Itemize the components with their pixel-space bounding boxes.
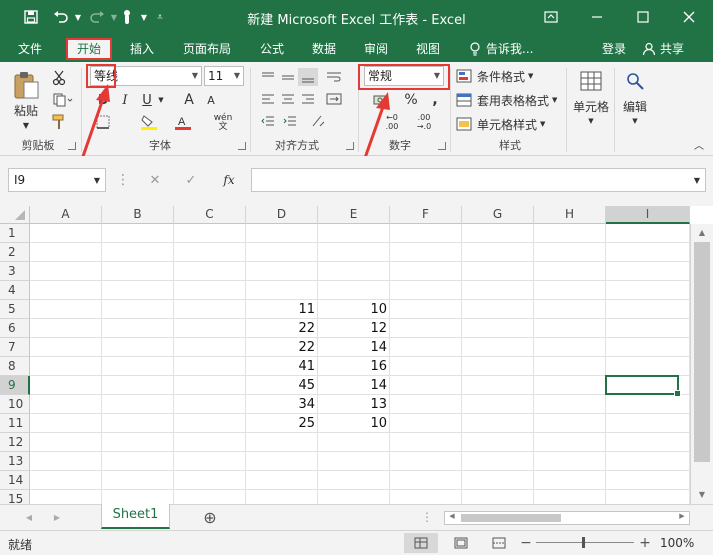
cancel-button[interactable]: ✕ <box>144 170 166 190</box>
gridline-vertical <box>461 224 462 504</box>
row-header-3[interactable]: 3 <box>0 262 30 281</box>
more-options-icon: ⋮ <box>116 172 130 188</box>
row-header-11[interactable]: 11 <box>0 414 30 433</box>
cell-d7[interactable]: 22 <box>246 338 318 357</box>
column-header-i[interactable]: I <box>606 206 690 224</box>
column-header-h[interactable]: H <box>534 206 606 224</box>
cell-e8[interactable]: 16 <box>318 357 390 376</box>
enter-button[interactable]: ✓ <box>180 170 202 190</box>
scroll-up-icon[interactable]: ▲ <box>694 228 710 238</box>
gridline-horizontal <box>30 451 690 452</box>
sheet-tab-bar: ◀ ▶ Sheet1 ⊕ ⋮ ◀ ▶ <box>0 504 713 530</box>
zoom-slider-thumb[interactable] <box>582 537 585 548</box>
column-header-g[interactable]: G <box>462 206 534 224</box>
cell-d8[interactable]: 41 <box>246 357 318 376</box>
row-header-14[interactable]: 14 <box>0 471 30 490</box>
gridline-horizontal <box>30 470 690 471</box>
cell-e7[interactable]: 14 <box>318 338 390 357</box>
column-header-f[interactable]: F <box>390 206 462 224</box>
cell-d5[interactable]: 11 <box>246 300 318 319</box>
gridline-horizontal <box>30 242 690 243</box>
gridline-horizontal <box>30 280 690 281</box>
page-break-view-icon[interactable] <box>484 533 514 553</box>
row-header-1[interactable]: 1 <box>0 224 30 243</box>
name-box-dropdown-icon[interactable]: ▼ <box>90 172 104 188</box>
prev-sheet-icon[interactable]: ◀ <box>22 509 36 525</box>
vertical-scroll-thumb[interactable] <box>694 242 710 462</box>
scroll-down-icon[interactable]: ▼ <box>694 490 710 500</box>
row-header-10[interactable]: 10 <box>0 395 30 414</box>
insert-function-button[interactable]: fx <box>216 170 242 190</box>
scroll-left-icon[interactable]: ◀ <box>447 512 457 524</box>
gridline-vertical <box>533 224 534 504</box>
row-header-13[interactable]: 13 <box>0 452 30 471</box>
gridline-vertical <box>605 224 606 504</box>
column-header-d[interactable]: D <box>246 206 318 224</box>
scroll-right-icon[interactable]: ▶ <box>677 512 687 524</box>
status-bar: 就绪 − + 100% <box>0 530 713 555</box>
column-header-a[interactable]: A <box>30 206 102 224</box>
zoom-out-button[interactable]: − <box>520 533 532 553</box>
row-header-7[interactable]: 7 <box>0 338 30 357</box>
row-header-4[interactable]: 4 <box>0 281 30 300</box>
gridline-horizontal <box>30 261 690 262</box>
cell-d6[interactable]: 22 <box>246 319 318 338</box>
cell-e5[interactable]: 10 <box>318 300 390 319</box>
zoom-slider-track[interactable] <box>536 542 634 543</box>
horizontal-scroll-thumb[interactable] <box>461 514 561 522</box>
cell-e11[interactable]: 10 <box>318 414 390 433</box>
page-layout-view-icon[interactable] <box>446 533 476 553</box>
row-header-15[interactable]: 15 <box>0 490 30 504</box>
column-header-b[interactable]: B <box>102 206 174 224</box>
row-header-9[interactable]: 9 <box>0 376 30 395</box>
formula-bar: I9 ▼ ⋮ ✕ ✓ fx ▼ <box>0 156 713 206</box>
horizontal-scrollbar[interactable]: ◀ ▶ <box>444 511 690 525</box>
arrow-head-font <box>96 84 110 102</box>
gridline-vertical <box>101 224 102 504</box>
formula-input[interactable] <box>251 168 706 192</box>
worksheet-grid[interactable]: ABCDEFGHI 1 2 3 4 5 6 7 8 9 10 11 12 13 14 15 11 10 22 12… <box>0 206 713 504</box>
row-header-6[interactable]: 6 <box>0 319 30 338</box>
add-sheet-button[interactable]: ⊕ <box>200 507 220 527</box>
column-header-e[interactable]: E <box>318 206 390 224</box>
gridline-vertical <box>173 224 174 504</box>
cell-d10[interactable]: 34 <box>246 395 318 414</box>
zoom-level[interactable]: 100% <box>660 536 694 550</box>
cell-d9[interactable]: 45 <box>246 376 318 395</box>
gridline-horizontal <box>30 489 690 490</box>
tab-split-handle[interactable]: ⋮ <box>421 509 433 525</box>
column-header-c[interactable]: C <box>174 206 246 224</box>
next-sheet-icon[interactable]: ▶ <box>50 509 64 525</box>
zoom-in-button[interactable]: + <box>638 533 652 553</box>
select-all-corner[interactable] <box>0 206 30 224</box>
arrow-head-number-format <box>376 92 390 110</box>
sheet-tab-sheet1[interactable]: Sheet1 <box>101 504 170 529</box>
cell-e9[interactable]: 14 <box>318 376 390 395</box>
normal-view-icon[interactable] <box>404 533 438 553</box>
cell-d11[interactable]: 25 <box>246 414 318 433</box>
expand-formula-icon[interactable]: ▼ <box>690 172 704 188</box>
row-header-12[interactable]: 12 <box>0 433 30 452</box>
status-ready: 就绪 <box>8 538 33 552</box>
row-header-5[interactable]: 5 <box>0 300 30 319</box>
vertical-scrollbar[interactable]: ▲ ▼ <box>690 224 713 504</box>
cell-e6[interactable]: 12 <box>318 319 390 338</box>
cell-e10[interactable]: 13 <box>318 395 390 414</box>
row-header-2[interactable]: 2 <box>0 243 30 262</box>
selected-cell[interactable] <box>605 375 681 397</box>
row-header-8[interactable]: 8 <box>0 357 30 376</box>
